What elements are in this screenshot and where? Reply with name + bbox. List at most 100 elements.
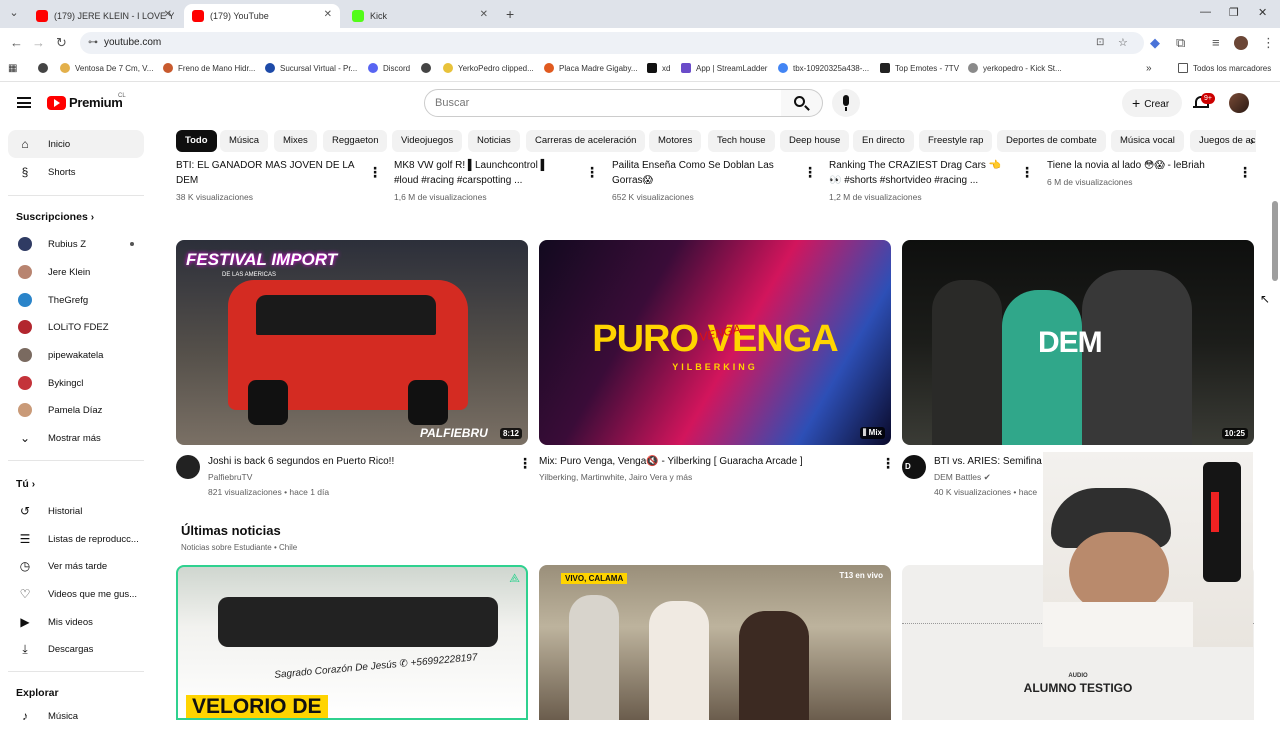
chips-next-icon[interactable]: › [1250,134,1254,148]
bookmark-item[interactable]: Ventosa De 7 Cm, V... [60,63,153,73]
forward-icon[interactable]: → [32,35,45,50]
minimize-button[interactable]: — [1200,6,1211,18]
chip-todo[interactable]: Todo [176,130,217,152]
sidebar-sub-item[interactable]: Jere Klein [8,258,144,286]
sidebar-item-shorts[interactable]: § Shorts [8,158,144,186]
chip[interactable]: Videojuegos [392,130,463,152]
video-thumbnail[interactable]: PURO VENGA YILBERKING VENGA ⫼ Mix [539,240,891,445]
more-options-icon[interactable] [881,455,895,472]
page-scrollbar[interactable] [1270,83,1280,720]
news-thumbnail[interactable]: VIVO, CALAMA T13 en vivo [539,565,891,720]
youtube-premium-logo[interactable]: Premium CL [47,93,126,110]
video-title[interactable]: MK8 VW golf R! ▌Launchcontrol ▌ #loud #ra… [394,158,548,188]
sidebar-item-inicio[interactable]: ⌂ Inicio [8,130,144,158]
extensions-icon[interactable]: ⧉ [1176,35,1185,51]
close-window-button[interactable]: ✕ [1258,6,1267,19]
show-more-button[interactable]: ⌄ Mostrar más [8,424,144,452]
menu-kebab-icon[interactable]: ⋮ [1262,35,1275,51]
hamburger-menu-icon[interactable] [17,97,31,108]
news-thumbnail[interactable]: Sagrado Corazón De Jesús ✆ +56992228197 … [176,565,528,720]
video-title[interactable]: Tiene la novia al lado 😳😱 - leBriah [1047,158,1205,173]
bookmark-item[interactable]: Placa Madre Gigaby... [544,63,638,73]
more-bookmarks-icon[interactable]: » [1146,63,1152,74]
more-options-icon[interactable] [803,164,817,181]
sidebar-sub-item[interactable]: TheGrefg [8,286,144,314]
chip[interactable]: Deportes de combate [997,130,1106,152]
chip[interactable]: Música vocal [1111,130,1184,152]
channel-avatar[interactable] [176,455,200,479]
account-avatar[interactable] [1229,93,1249,113]
chip[interactable]: Noticias [468,130,520,152]
close-tab-icon[interactable]: ✕ [324,9,332,20]
video-title[interactable]: Ranking The CRAZIEST Drag Cars 👈 👀 #short… [829,158,1001,188]
bookmark-item[interactable]: Sucursal Virtual - Pr... [265,63,357,73]
sidebar-item-my-videos[interactable]: ▶ Mis videos [8,608,144,636]
close-tab-icon[interactable]: ✕ [164,9,172,20]
bookmark-item[interactable]: Freno de Mano Hidr... [163,63,255,73]
bookmark-globe[interactable] [421,63,436,73]
video-title[interactable]: BTI vs. ARIES: Semifina [934,454,1042,469]
chip[interactable]: Deep house [780,130,850,152]
more-options-icon[interactable] [1020,164,1034,181]
channel-avatar[interactable]: D [902,455,926,479]
chip[interactable]: Mixes [274,130,317,152]
video-thumbnail[interactable]: DEM 10:25 [902,240,1254,445]
sidebar-item-playlists[interactable]: ☰ Listas de reproducc... [8,525,144,553]
create-button[interactable]: + Crear [1122,89,1182,117]
install-icon[interactable]: ⊡ [1096,32,1104,54]
back-icon[interactable]: ← [10,35,23,50]
sidebar-item-watch-later[interactable]: ◷ Ver más tarde [8,552,144,580]
sidebar-sub-item[interactable]: pipewakatela [8,341,144,369]
close-tab-icon[interactable]: ✕ [480,9,488,20]
channel-name[interactable]: DEM Battles ✔ [934,472,991,483]
sidebar-sub-item[interactable]: Bykingcl [8,369,144,397]
bookmark-star-icon[interactable]: ☆ [1118,32,1128,54]
video-title[interactable]: BTI: EL GANADOR MAS JOVEN DE LA DEM [176,158,355,188]
bookmark-item[interactable]: xd [647,63,670,73]
sidebar-item-liked[interactable]: ♡ Videos que me gus... [8,580,144,608]
restore-button[interactable]: ❐ [1229,6,1239,19]
more-options-icon[interactable] [585,164,599,181]
bookmark-globe[interactable] [38,63,53,73]
channel-name[interactable]: PalfiebruTV [208,472,252,482]
voice-search-icon[interactable] [832,89,860,117]
chip[interactable]: En directo [853,130,914,152]
bookmark-item[interactable]: YerkoPedro clipped... [443,63,534,73]
more-options-icon[interactable] [368,164,382,181]
sidebar-item-downloads[interactable]: ⤓ Descargas [8,635,144,663]
browser-tab-2[interactable]: (179) YouTube ✕ [184,4,340,28]
chip[interactable]: Tech house [708,130,775,152]
video-title[interactable]: Joshi is back 6 segundos en Puerto Rico!… [208,454,394,469]
apps-grid-icon[interactable]: ▦ [8,63,17,74]
profile-avatar[interactable] [1234,36,1248,50]
channel-name[interactable]: Yilberking, Martinwhite, Jairo Vera y má… [539,472,692,482]
sidebar-sub-item[interactable]: Pamela Díaz [8,396,144,424]
scrollbar-thumb[interactable] [1272,201,1278,281]
video-thumbnail[interactable]: FESTIVAL IMPORT DE LAS AMERICAS PALFIEBR… [176,240,528,445]
translate-icon[interactable]: ◆ [1150,35,1160,51]
sidebar-sub-item[interactable]: LOLiTO FDEZ [8,313,144,341]
reload-icon[interactable]: ↻ [56,35,67,51]
bookmark-item[interactable]: Top Emotes - 7TV [880,63,959,73]
chip[interactable]: Motores [649,130,702,152]
all-bookmarks-folder[interactable]: Todos los marcadores [1178,63,1271,73]
more-options-icon[interactable] [518,455,532,472]
new-tab-button[interactable]: + [506,6,514,22]
browser-tab-1[interactable]: (179) JERE KLEIN - I LOVE YOU | ✕ [28,4,180,28]
search-input[interactable]: Buscar [424,89,782,117]
search-button[interactable] [781,89,823,117]
subscriptions-heading[interactable]: Suscripciones › [16,211,94,223]
more-options-icon[interactable] [1238,164,1252,181]
bookmark-item[interactable]: App | StreamLadder [681,63,767,73]
url-bar[interactable]: ⊶ youtube.com ⊡ ☆ [80,32,1144,54]
sidebar-item-historial[interactable]: ↺ Historial [8,497,144,525]
browser-tab-3[interactable]: Kick ✕ [344,4,496,28]
sidebar-sub-item[interactable]: Rubius Z [8,230,144,258]
chip[interactable]: Reggaeton [323,130,388,152]
chip[interactable]: Carreras de aceleración [526,130,646,152]
you-heading[interactable]: Tú › [16,478,35,490]
chip[interactable]: Juegos de ac [1190,130,1256,152]
chip[interactable]: Freestyle rap [919,130,993,152]
video-title[interactable]: Pailita Enseña Como Se Doblan Las Gorras😱 [612,158,774,188]
site-info-icon[interactable]: ⊶ [88,32,98,54]
